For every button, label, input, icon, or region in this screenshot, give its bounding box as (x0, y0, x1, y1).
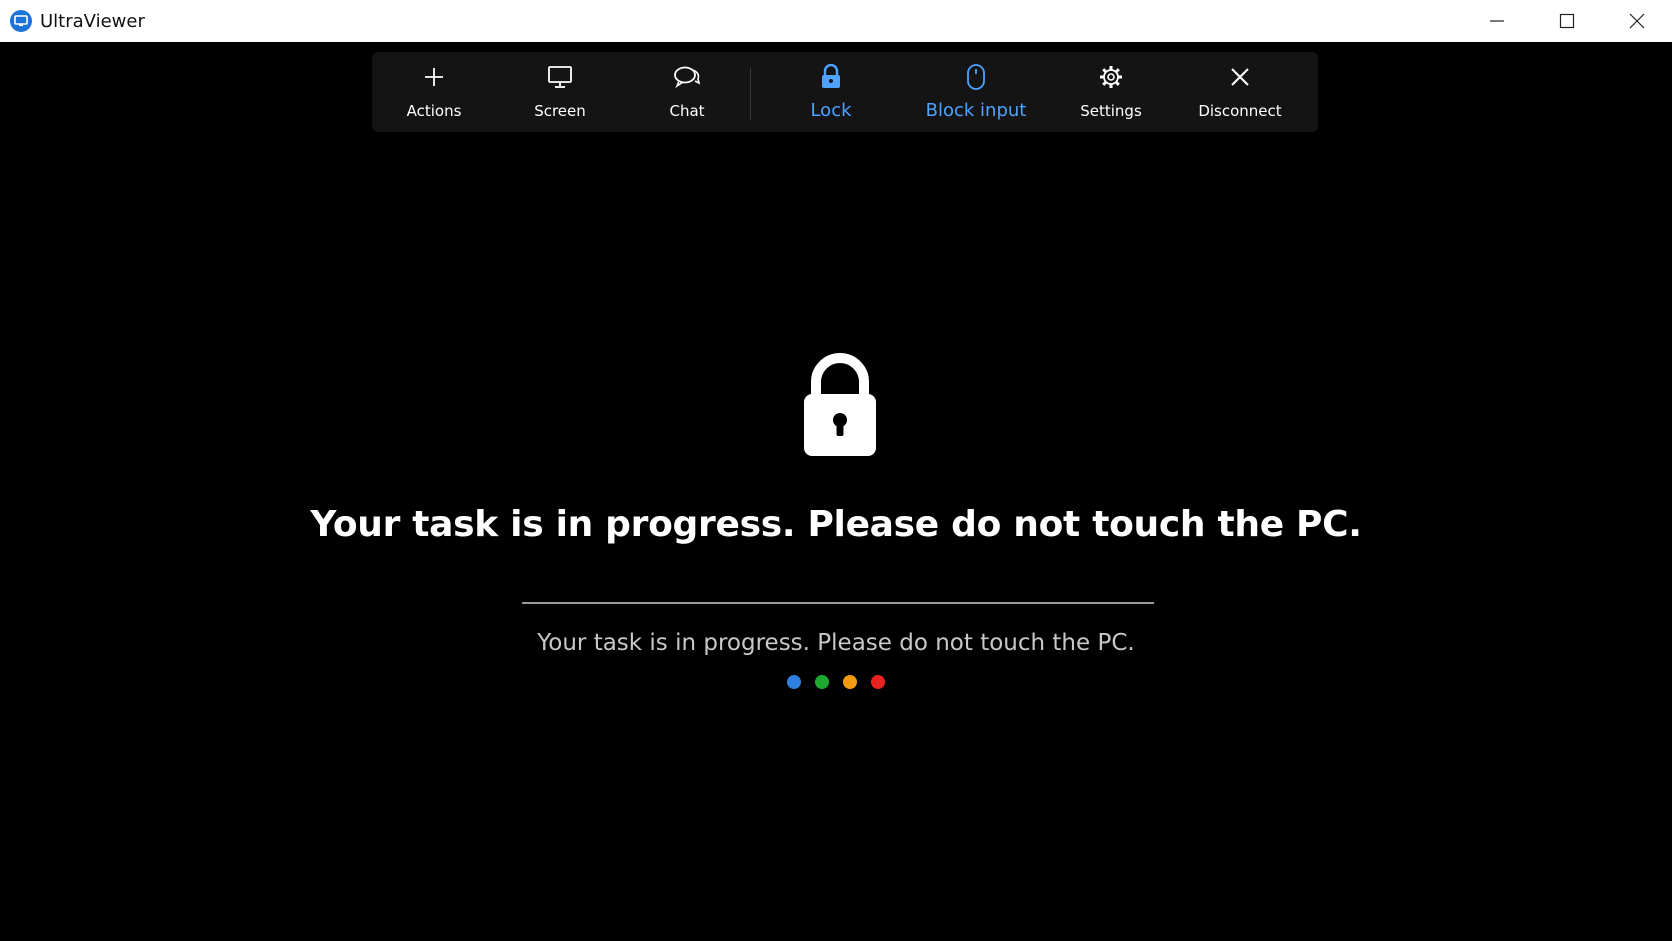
plus-icon (425, 68, 443, 86)
maximize-icon (1559, 13, 1575, 29)
ultraviewer-logo-icon (10, 10, 32, 32)
actions-label: Actions (406, 102, 462, 120)
session-toolbar: Actions Screen Chat Lock Block input Set… (372, 52, 1318, 132)
minimize-button[interactable] (1462, 0, 1532, 42)
chat-button[interactable]: Chat (624, 52, 750, 132)
loading-dot (843, 675, 857, 689)
block-input-button[interactable]: Block input (911, 52, 1041, 132)
chat-label: Chat (669, 102, 705, 120)
block-input-label: Block input (925, 100, 1027, 121)
minimize-icon (1490, 20, 1504, 22)
divider-line (522, 602, 1154, 604)
screen-button[interactable]: Screen (496, 52, 624, 132)
title-bar: UltraViewer (0, 0, 1672, 42)
disconnect-button[interactable]: Disconnect (1181, 52, 1299, 132)
settings-button[interactable]: Settings (1041, 52, 1181, 132)
close-button[interactable] (1602, 0, 1672, 42)
disconnect-label: Disconnect (1198, 102, 1282, 120)
lock-icon (822, 64, 840, 88)
screen-label: Screen (534, 102, 586, 120)
status-headline: Your task is in progress. Please do not … (310, 504, 1362, 545)
loading-dot (787, 675, 801, 689)
loading-dots (0, 675, 1672, 689)
chat-bubbles-icon (674, 66, 701, 89)
status-subline: Your task is in progress. Please do not … (537, 630, 1135, 656)
loading-dot (871, 675, 885, 689)
actions-button[interactable]: Actions (372, 52, 496, 132)
lock-button[interactable]: Lock (751, 52, 911, 132)
app-window: UltraViewer Actions Screen Chat Lock Blo… (0, 0, 1672, 941)
padlock-icon (804, 353, 876, 456)
window-title: UltraViewer (40, 10, 145, 32)
x-icon (1231, 68, 1249, 86)
window-controls (1462, 0, 1672, 42)
lock-label: Lock (810, 100, 852, 121)
maximize-button[interactable] (1532, 0, 1602, 42)
gear-icon (1100, 66, 1122, 88)
monitor-icon (548, 66, 572, 88)
mouse-icon (967, 64, 985, 90)
settings-label: Settings (1080, 102, 1142, 120)
close-icon (1629, 13, 1645, 29)
loading-dot (815, 675, 829, 689)
